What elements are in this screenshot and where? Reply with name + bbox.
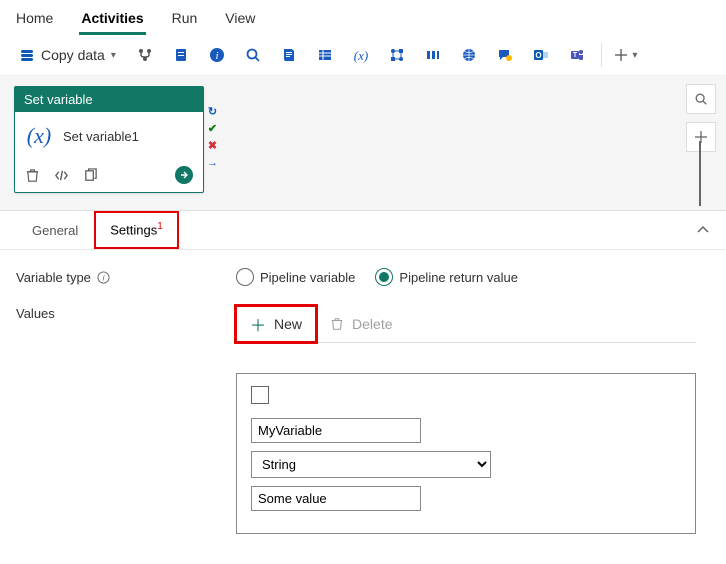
chevron-down-icon: ▾	[111, 50, 116, 61]
delete-icon	[330, 317, 344, 331]
radio-pipeline-variable[interactable]: Pipeline variable	[236, 268, 355, 286]
value-value-input[interactable]	[251, 486, 421, 511]
tab-general[interactable]: General	[16, 213, 94, 248]
add-activity-button[interactable]: ▾	[610, 41, 642, 69]
value-editor-panel: String	[236, 373, 696, 534]
port-skip-icon[interactable]: →	[205, 155, 220, 170]
collapse-panel-button[interactable]	[696, 225, 710, 235]
web-icon[interactable]	[453, 41, 485, 69]
canvas-search-button[interactable]	[686, 84, 716, 114]
svg-text:(x): (x)	[27, 124, 51, 148]
radio-pipeline-return-value[interactable]: Pipeline return value	[375, 268, 518, 286]
delete-value-button[interactable]: Delete	[316, 310, 406, 338]
port-loop-icon[interactable]: ↻	[205, 104, 220, 119]
nav-view[interactable]: View	[223, 6, 257, 35]
info-icon[interactable]: i	[201, 41, 233, 69]
values-label: Values	[16, 306, 236, 321]
chat-icon[interactable]	[489, 41, 521, 69]
toolbar: Copy data ▾ i (x) O T ▾	[0, 35, 726, 76]
svg-text:T: T	[573, 52, 578, 59]
info-icon[interactable]: i	[97, 271, 110, 284]
copy-data-label: Copy data	[41, 47, 105, 63]
tab-badge: 1	[157, 221, 163, 232]
activity-node-set-variable[interactable]: Set variable (x) Set variable1	[14, 86, 204, 193]
notebook-icon[interactable]	[165, 41, 197, 69]
value-checkbox[interactable]	[251, 386, 269, 404]
svg-text:i: i	[215, 50, 218, 62]
nav-run[interactable]: Run	[170, 6, 200, 35]
port-fail-icon[interactable]: ✖	[205, 138, 220, 153]
value-name-input[interactable]	[251, 418, 421, 443]
delete-icon[interactable]	[25, 168, 40, 183]
pipeline-icon[interactable]	[417, 41, 449, 69]
copy-icon[interactable]	[83, 168, 98, 183]
nav-activities[interactable]: Activities	[79, 6, 145, 35]
port-success-icon[interactable]: ✔	[205, 121, 220, 136]
script-icon[interactable]	[273, 41, 305, 69]
node-type-label: Set variable	[15, 87, 203, 112]
dataflow-icon[interactable]	[381, 41, 413, 69]
properties-tabs: General Settings1	[0, 211, 726, 250]
new-value-button[interactable]: ＋ New	[236, 306, 316, 342]
variable-icon: (x)	[25, 124, 53, 148]
variable-icon[interactable]: (x)	[345, 41, 377, 69]
chevron-down-icon: ▾	[632, 50, 637, 61]
tab-settings[interactable]: Settings1	[94, 211, 179, 249]
run-icon[interactable]	[175, 166, 193, 184]
node-name: Set variable1	[63, 129, 139, 144]
top-nav: Home Activities Run View	[0, 0, 726, 35]
copy-data-button[interactable]: Copy data ▾	[10, 42, 125, 68]
node-ports: ↻ ✔ ✖ →	[205, 104, 220, 170]
nav-home[interactable]: Home	[14, 6, 55, 35]
teams-icon[interactable]: T	[561, 41, 593, 69]
search-icon[interactable]	[237, 41, 269, 69]
code-icon[interactable]	[54, 168, 69, 183]
settings-panel: Variable type i Pipeline variable Pipeli…	[0, 250, 726, 564]
designer-canvas[interactable]: Set variable (x) Set variable1 ↻ ✔	[0, 76, 726, 211]
plus-icon: ＋	[250, 312, 266, 336]
copy-data-icon	[19, 47, 35, 63]
svg-text:O: O	[535, 51, 541, 60]
value-type-select[interactable]: String	[251, 451, 491, 478]
variable-type-label: Variable type i	[16, 270, 236, 285]
table-icon[interactable]	[309, 41, 341, 69]
outlook-icon[interactable]: O	[525, 41, 557, 69]
svg-text:(x): (x)	[354, 48, 368, 63]
values-toolbar: ＋ New Delete	[236, 306, 696, 343]
svg-text:i: i	[102, 272, 105, 282]
variable-type-radio-group: Pipeline variable Pipeline return value	[236, 268, 518, 286]
canvas-add-button[interactable]	[686, 122, 716, 152]
canvas-handle[interactable]	[699, 141, 701, 206]
branch-icon[interactable]	[129, 41, 161, 69]
